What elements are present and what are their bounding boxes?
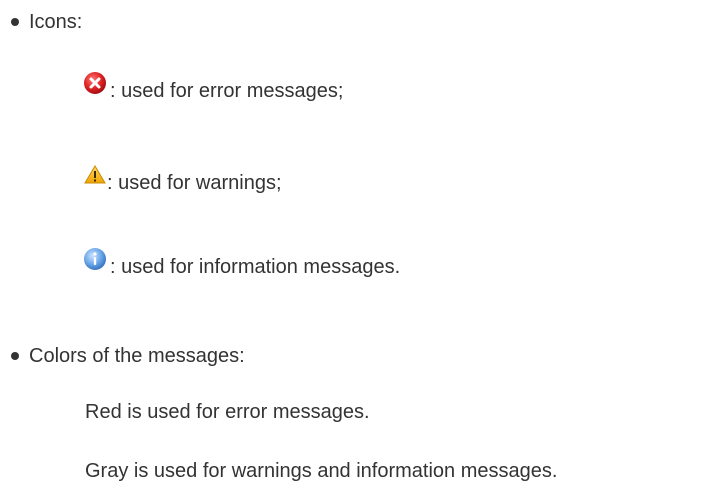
- icons-heading: Icons:: [29, 11, 83, 33]
- info-icon: [83, 247, 107, 271]
- colors-heading: Colors of the messages:: [29, 345, 245, 367]
- bullet-icon: [11, 352, 19, 360]
- warning-icon: [83, 163, 107, 187]
- red-color-description: Red is used for error messages.: [85, 401, 370, 423]
- warning-icon-description: : used for warnings;: [107, 172, 282, 194]
- gray-color-description: Gray is used for warnings and informatio…: [85, 460, 558, 482]
- error-icon: [83, 71, 107, 95]
- error-icon-description: : used for error messages;: [110, 80, 344, 102]
- info-icon-description: : used for information messages.: [110, 256, 401, 278]
- bullet-icon: [11, 18, 19, 26]
